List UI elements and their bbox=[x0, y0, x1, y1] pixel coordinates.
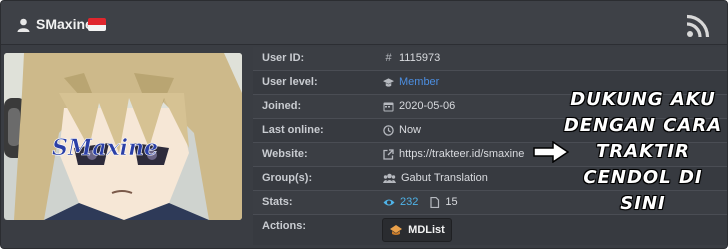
stats-label: Stats: bbox=[262, 196, 293, 208]
graduation-cap-icon bbox=[383, 77, 394, 87]
calendar-icon bbox=[383, 102, 394, 111]
last-online-value: Now bbox=[399, 124, 422, 136]
overlay-line-3: TRAKTIR bbox=[596, 141, 690, 162]
profile-header: SMaxine bbox=[1, 1, 727, 45]
joined-value: 2020-05-06 bbox=[399, 100, 456, 112]
row-actions: Actions: MDList bbox=[253, 215, 727, 245]
overlay-line-2: DENGAN CARA bbox=[563, 115, 723, 136]
mdlist-icon bbox=[390, 225, 403, 235]
last-online-label: Last online: bbox=[262, 124, 324, 136]
mdlist-button[interactable]: MDList bbox=[382, 218, 452, 242]
hash-icon: # bbox=[385, 51, 392, 64]
username: SMaxine bbox=[36, 16, 93, 32]
files-count: 15 bbox=[445, 196, 458, 208]
row-user-id: User ID: # 1115973 bbox=[253, 47, 727, 71]
user-level-label: User level: bbox=[262, 76, 318, 88]
joined-label: Joined: bbox=[262, 100, 302, 112]
overlay-line-4: CENDOL DI SINI bbox=[583, 167, 703, 214]
rss-icon[interactable] bbox=[686, 14, 710, 38]
eye-icon bbox=[383, 199, 395, 205]
user-level-link[interactable]: Member bbox=[399, 76, 439, 88]
overlay-promo-text: DUKUNG AKU DENGAN CARA TRAKTIR CENDOL DI… bbox=[563, 87, 723, 217]
users-icon bbox=[383, 173, 396, 183]
avatar-watermark: SMaxine bbox=[52, 135, 158, 161]
mdlist-button-label: MDList bbox=[408, 224, 445, 236]
actions-label: Actions: bbox=[262, 220, 306, 232]
external-link-icon bbox=[383, 148, 394, 160]
groups-label: Group(s): bbox=[262, 172, 313, 184]
user-id-label: User ID: bbox=[262, 52, 305, 64]
website-label: Website: bbox=[262, 148, 308, 160]
website-link[interactable]: https://trakteer.id/smaxine bbox=[399, 148, 524, 160]
avatar: SMaxine bbox=[4, 53, 242, 220]
file-icon bbox=[430, 196, 440, 208]
user-icon bbox=[17, 18, 30, 32]
overlay-line-1: DUKUNG AKU bbox=[570, 89, 716, 110]
groups-link[interactable]: Gabut Translation bbox=[401, 172, 488, 184]
indonesia-flag-icon bbox=[88, 18, 106, 31]
profile-card: SMaxine SMaxine User ID: # 1115973 User … bbox=[0, 0, 728, 249]
clock-icon bbox=[383, 124, 394, 136]
user-id-value: 1115973 bbox=[399, 52, 441, 64]
views-count: 232 bbox=[400, 196, 419, 208]
